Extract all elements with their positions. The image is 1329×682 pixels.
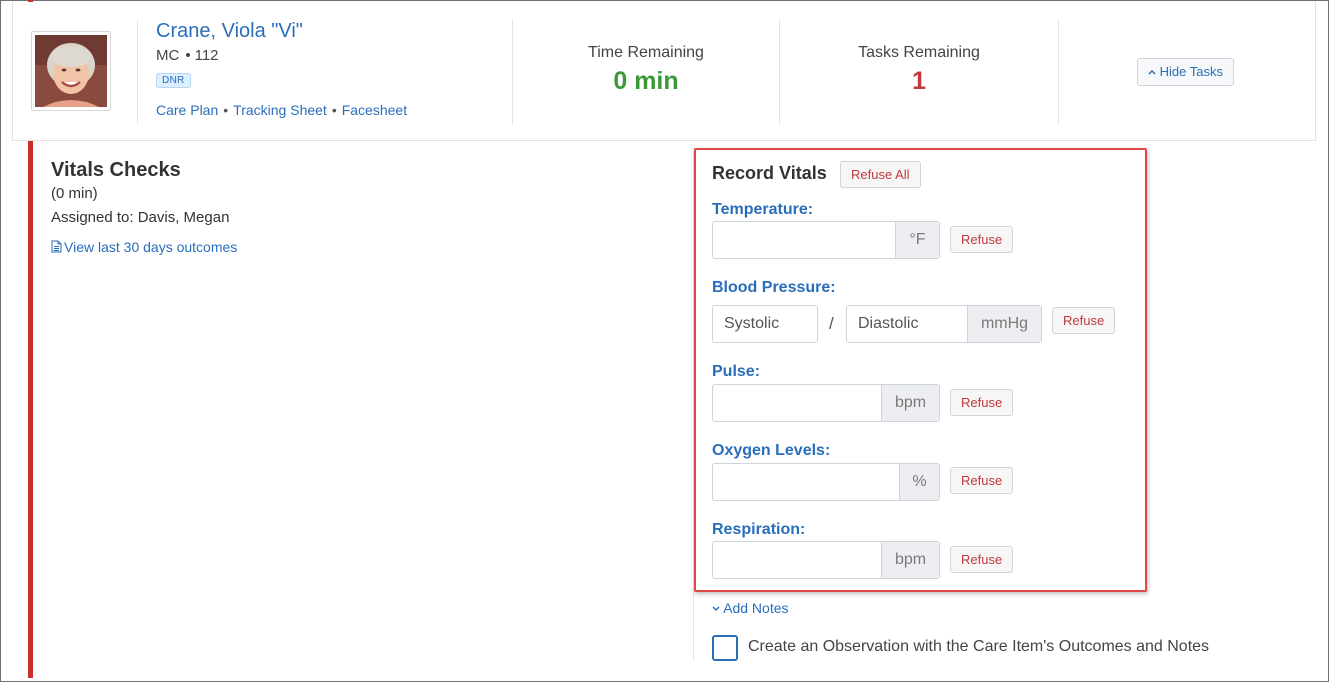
resident-name[interactable]: Crane, Viola "Vi" (156, 20, 303, 43)
refuse-blood-pressure-button[interactable]: Refuse (1052, 307, 1116, 334)
time-remaining-label: Time Remaining (588, 44, 704, 61)
time-remaining-stat: Time Remaining 0 min (513, 44, 779, 96)
temperature-input[interactable] (713, 222, 895, 258)
task-title: Vitals Checks (51, 159, 181, 181)
task-duration: (0 min) (51, 185, 98, 202)
oxygen-group: % (712, 463, 940, 501)
view-outcomes-link[interactable]: View last 30 days outcomes (51, 239, 237, 255)
add-notes-link[interactable]: Add Notes (712, 600, 789, 616)
systolic-group (712, 305, 818, 343)
resident-photo (31, 31, 111, 111)
temperature-label: Temperature: (712, 201, 814, 218)
systolic-input[interactable] (713, 306, 817, 342)
pulse-unit: bpm (881, 385, 939, 421)
pulse-input[interactable] (713, 385, 881, 421)
task-status-bar (28, 141, 33, 678)
document-icon (51, 240, 62, 253)
resident-room: 112 (194, 47, 219, 64)
time-remaining-value: 0 min (613, 67, 679, 95)
view-outcomes-label: View last 30 days outcomes (64, 239, 238, 255)
resident-header: Crane, Viola "Vi" MC • 112 DNR Care Plan • T… (12, 2, 1316, 141)
respiration-unit: bpm (881, 542, 939, 578)
diastolic-group: mmHg (846, 305, 1042, 343)
chevron-down-icon (712, 606, 720, 611)
header-separator (137, 20, 138, 124)
resident-unit-code: MC (156, 47, 180, 64)
pulse-label: Pulse: (712, 363, 761, 380)
tasks-remaining-label: Tasks Remaining (858, 44, 980, 61)
resident-photo-image (35, 35, 107, 107)
blood-pressure-unit: mmHg (967, 306, 1041, 342)
refuse-pulse-button[interactable]: Refuse (950, 389, 1014, 416)
dnr-badge: DNR (156, 73, 191, 88)
oxygen-label: Oxygen Levels: (712, 442, 831, 459)
chevron-up-icon (1148, 70, 1156, 75)
blood-pressure-label: Blood Pressure: (712, 279, 836, 296)
task-assigned: Assigned to: Davis, Megan (51, 209, 230, 226)
header-separator (1058, 20, 1059, 124)
add-notes-label: Add Notes (723, 600, 789, 616)
bullet-separator: • (185, 47, 191, 64)
tasks-remaining-value: 1 (912, 67, 926, 95)
diastolic-input[interactable] (847, 306, 967, 342)
refuse-temperature-button[interactable]: Refuse (950, 226, 1014, 253)
respiration-input[interactable] (713, 542, 881, 578)
hide-tasks-label: Hide Tasks (1159, 64, 1223, 79)
pulse-group: bpm (712, 384, 940, 422)
create-observation-label: Create an Observation with the Care Item… (748, 638, 1210, 655)
tasks-remaining-stat: Tasks Remaining 1 (780, 44, 1058, 96)
refuse-oxygen-button[interactable]: Refuse (950, 467, 1014, 494)
facesheet-link[interactable]: Facesheet (342, 102, 407, 118)
bullet-separator: • (223, 102, 229, 118)
resident-unit: MC • 112 (156, 47, 219, 64)
care-plan-link[interactable]: Care Plan (156, 102, 218, 118)
bullet-separator: • (331, 102, 337, 118)
oxygen-unit: % (899, 464, 939, 500)
create-observation-checkbox[interactable] (712, 635, 738, 661)
tracking-sheet-link[interactable]: Tracking Sheet (233, 102, 327, 118)
resident-links: Care Plan • Tracking Sheet • Facesheet (156, 102, 407, 118)
refuse-all-button[interactable]: Refuse All (840, 161, 921, 188)
temperature-group: °F (712, 221, 940, 259)
respiration-label: Respiration: (712, 521, 806, 538)
temperature-unit: °F (895, 222, 939, 258)
respiration-group: bpm (712, 541, 940, 579)
oxygen-input[interactable] (713, 464, 899, 500)
record-vitals-panel: Record Vitals Refuse All Temperature: °F… (694, 148, 1147, 592)
record-vitals-title: Record Vitals (712, 163, 827, 183)
bp-separator: / (829, 314, 834, 333)
refuse-respiration-button[interactable]: Refuse (950, 546, 1014, 573)
hide-tasks-button[interactable]: Hide Tasks (1137, 58, 1234, 86)
